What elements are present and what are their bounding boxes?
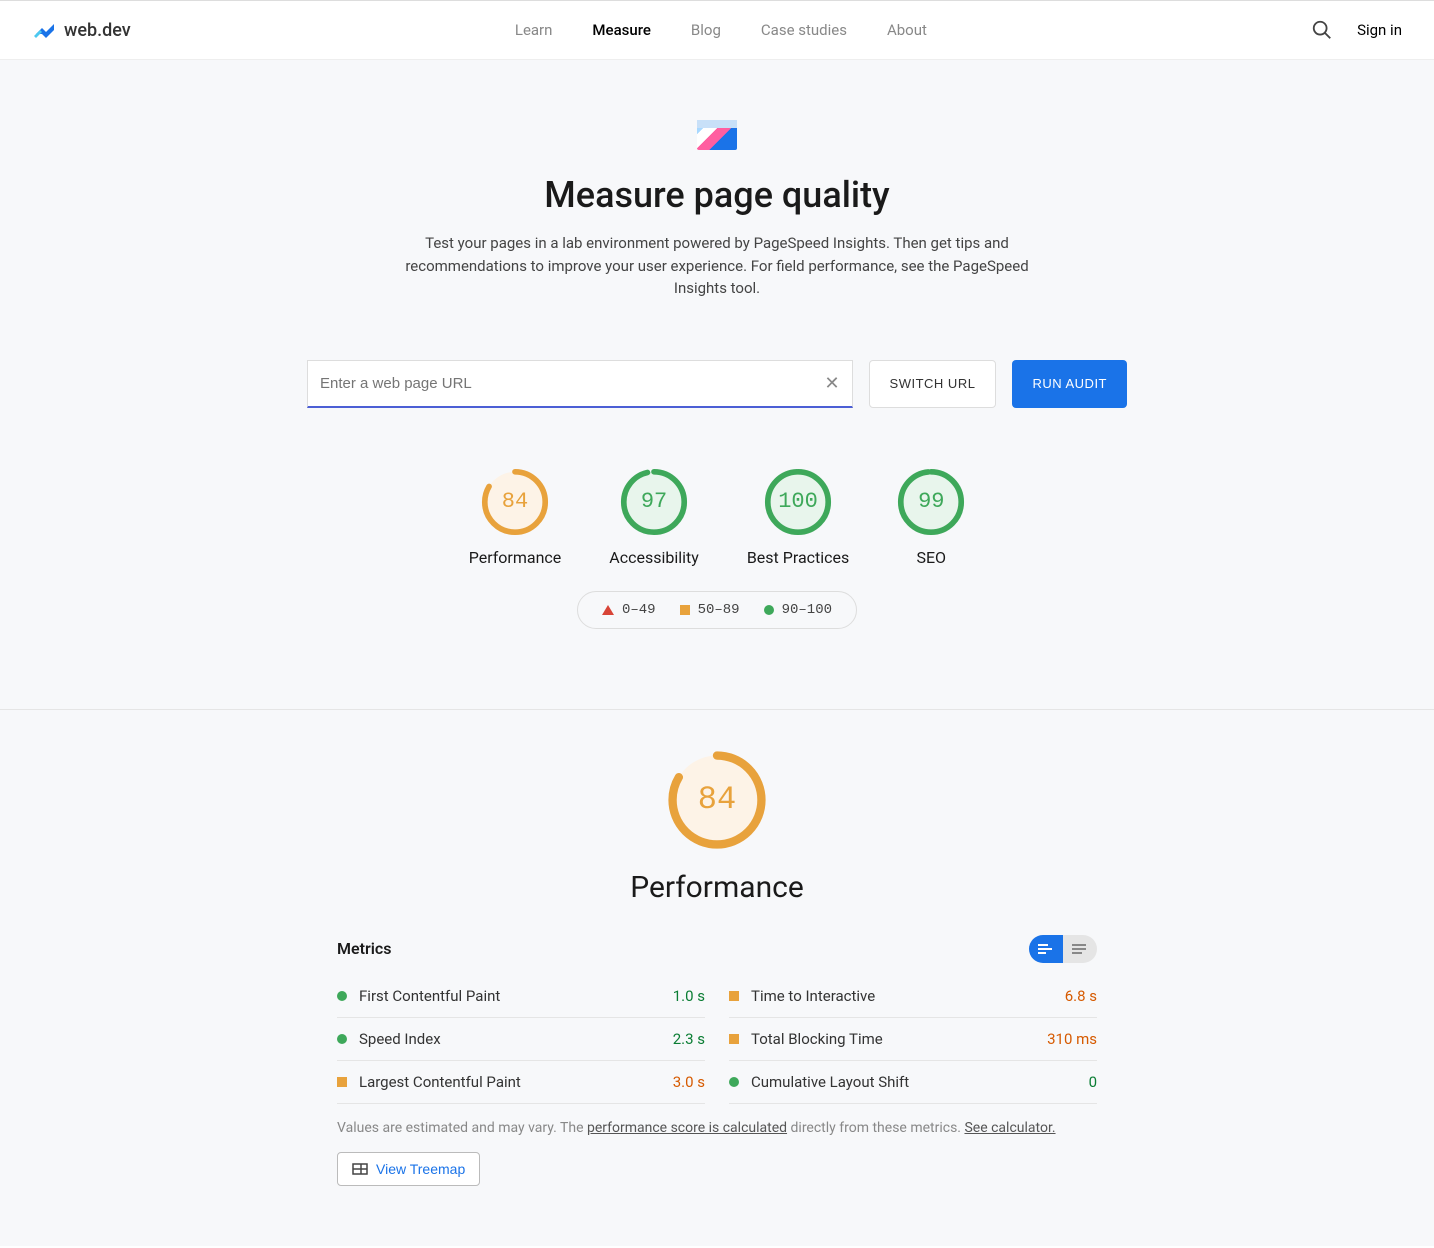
- gauge-score: 100: [764, 468, 832, 536]
- metric-name: Total Blocking Time: [751, 1030, 1047, 1048]
- search-icon[interactable]: [1311, 19, 1333, 41]
- toggle-compact[interactable]: [1029, 935, 1063, 963]
- metric-row: Largest Contentful Paint 3.0 s: [337, 1061, 705, 1104]
- metric-status-icon: [337, 991, 347, 1001]
- performance-section: 84 Performance Metrics First Contentful …: [0, 710, 1434, 1246]
- metrics-view-toggle: [1029, 935, 1097, 963]
- metric-value: 0: [1089, 1073, 1097, 1091]
- metric-status-icon: [729, 991, 739, 1001]
- metric-name: Speed Index: [359, 1030, 673, 1048]
- nav-blog[interactable]: Blog: [691, 21, 721, 39]
- metric-value: 1.0 s: [673, 987, 705, 1005]
- gauge-score: 84: [481, 468, 549, 536]
- nav-about[interactable]: About: [887, 21, 927, 39]
- page-subtitle: Test your pages in a lab environment pow…: [377, 232, 1057, 300]
- url-input-wrap[interactable]: ✕: [307, 360, 853, 408]
- page-title: Measure page quality: [0, 174, 1434, 216]
- metrics-heading: Metrics: [337, 939, 391, 958]
- metric-value: 3.0 s: [673, 1073, 705, 1091]
- gauge-performance: 84 Performance: [469, 468, 562, 567]
- performance-title: Performance: [337, 870, 1097, 905]
- hero-icon: [697, 120, 737, 150]
- metric-row: First Contentful Paint 1.0 s: [337, 975, 705, 1018]
- performance-gauge: 84: [337, 750, 1097, 850]
- logo[interactable]: web.dev: [32, 18, 131, 42]
- gauge-best-practices: 100 Best Practices: [747, 468, 849, 567]
- score-legend: 0–49 50–89 90–100: [577, 591, 857, 629]
- toggle-expanded[interactable]: [1063, 935, 1097, 963]
- header-actions: Sign in: [1311, 19, 1402, 41]
- metric-row: Time to Interactive 6.8 s: [729, 975, 1097, 1018]
- nav-learn[interactable]: Learn: [515, 21, 553, 39]
- score-gauges: 84 Performance 97 Accessibility 100 Best…: [0, 468, 1434, 567]
- metric-status-icon: [337, 1077, 347, 1087]
- gauge-score: 97: [620, 468, 688, 536]
- view-treemap-button[interactable]: View Treemap: [337, 1152, 480, 1186]
- main-nav: Learn Measure Blog Case studies About: [131, 21, 1311, 39]
- metric-name: Time to Interactive: [751, 987, 1065, 1005]
- metric-value: 6.8 s: [1065, 987, 1097, 1005]
- gauge-seo: 99 SEO: [897, 468, 965, 567]
- metric-value: 2.3 s: [673, 1030, 705, 1048]
- metric-status-icon: [729, 1077, 739, 1087]
- gauge-label: SEO: [897, 548, 965, 567]
- nav-measure[interactable]: Measure: [592, 21, 651, 39]
- url-bar: ✕ SWITCH URL RUN AUDIT: [307, 360, 1127, 408]
- gauge-label: Performance: [469, 548, 562, 567]
- metric-name: Cumulative Layout Shift: [751, 1073, 1089, 1091]
- metric-name: First Contentful Paint: [359, 987, 673, 1005]
- gauge-label: Best Practices: [747, 548, 849, 567]
- clear-icon[interactable]: ✕: [824, 373, 839, 394]
- gauge-accessibility: 97 Accessibility: [609, 468, 699, 567]
- metric-row: Cumulative Layout Shift 0: [729, 1061, 1097, 1104]
- signin-link[interactable]: Sign in: [1357, 21, 1402, 39]
- metric-row: Total Blocking Time 310 ms: [729, 1018, 1097, 1061]
- legend-pass: 90–100: [764, 602, 832, 618]
- metric-row: Speed Index 2.3 s: [337, 1018, 705, 1061]
- hero: Measure page quality Test your pages in …: [0, 60, 1434, 709]
- gauge-score: 99: [897, 468, 965, 536]
- logo-icon: [32, 18, 56, 42]
- header: web.dev Learn Measure Blog Case studies …: [0, 0, 1434, 60]
- treemap-icon: [352, 1163, 368, 1175]
- metrics-footnote: Values are estimated and may vary. The p…: [337, 1120, 1097, 1136]
- see-calculator-link[interactable]: See calculator.: [964, 1120, 1055, 1136]
- legend-avg: 50–89: [680, 602, 740, 618]
- nav-case-studies[interactable]: Case studies: [761, 21, 847, 39]
- circle-icon: [764, 605, 774, 615]
- gauge-label: Accessibility: [609, 548, 699, 567]
- legend-fail: 0–49: [602, 602, 656, 618]
- metric-value: 310 ms: [1047, 1030, 1097, 1048]
- url-input[interactable]: [320, 375, 824, 392]
- triangle-icon: [602, 605, 614, 615]
- perf-score-calc-link[interactable]: performance score is calculated: [587, 1120, 787, 1136]
- logo-text: web.dev: [64, 20, 131, 41]
- switch-url-button[interactable]: SWITCH URL: [869, 360, 997, 408]
- run-audit-button[interactable]: RUN AUDIT: [1012, 360, 1127, 408]
- square-icon: [680, 605, 690, 615]
- metrics-grid: First Contentful Paint 1.0 s Time to Int…: [337, 975, 1097, 1104]
- performance-score: 84: [667, 750, 767, 850]
- metric-name: Largest Contentful Paint: [359, 1073, 673, 1091]
- metric-status-icon: [337, 1034, 347, 1044]
- metric-status-icon: [729, 1034, 739, 1044]
